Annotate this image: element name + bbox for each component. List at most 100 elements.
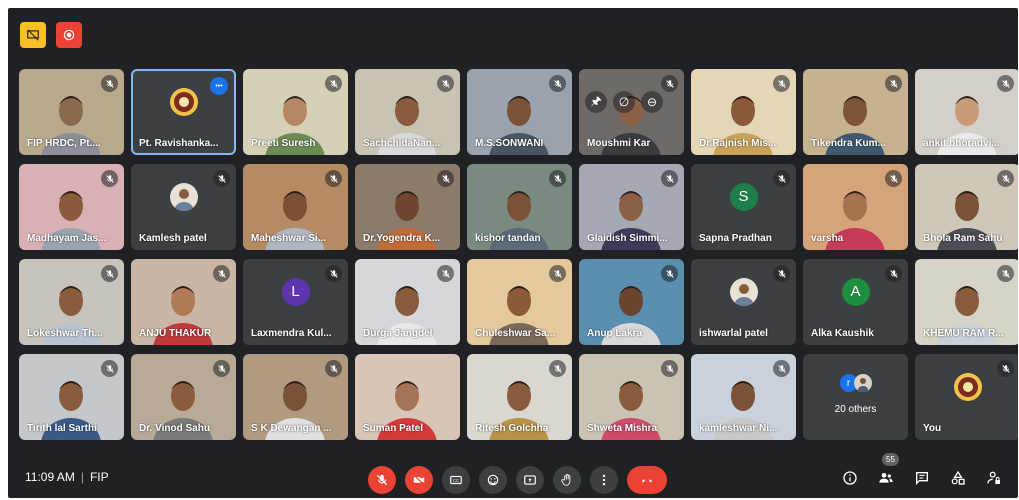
presentation-indicator-icon[interactable]	[20, 22, 46, 48]
participant-grid: FIP HRDC, Pt.... ••• Pt. Ravishanka... Pree…	[19, 69, 1018, 440]
participant-tile[interactable]: r 20 others	[803, 354, 908, 440]
pin-icon[interactable]: 🖈︎	[585, 91, 607, 113]
meeting-details-button[interactable]	[840, 468, 860, 488]
participant-name: Suman Patel	[363, 423, 424, 434]
participant-name: Durga Jangdel	[363, 328, 433, 339]
participant-tile[interactable]: Lokeshwar Th...	[19, 259, 124, 345]
participant-tile[interactable]: 🖈︎ ∅ ⊖ Moushmi Kar	[579, 69, 684, 155]
muted-mic-icon	[213, 265, 230, 282]
muted-mic-icon	[773, 75, 790, 92]
participant-tile[interactable]: You	[915, 354, 1018, 440]
end-call-icon	[641, 478, 653, 483]
participant-tile[interactable]: Tirith lal Sarthi	[19, 354, 124, 440]
participant-tile[interactable]: Glaidish Simmi...	[579, 164, 684, 250]
participant-name: Dr.Rajnish Mis...	[699, 138, 777, 149]
lock-person-icon	[987, 471, 1000, 484]
participant-tile[interactable]: S Sapna Pradhan	[691, 164, 796, 250]
meeting-stage: FIP HRDC, Pt.... ••• Pt. Ravishanka... Pree…	[8, 8, 1018, 498]
participant-tile[interactable]: Preeti Suresh	[243, 69, 348, 155]
participant-tile[interactable]: Dr. Vinod Sahu	[131, 354, 236, 440]
host-controls-button[interactable]	[984, 468, 1004, 488]
muted-mic-icon	[885, 75, 902, 92]
captions-button[interactable]: CC	[442, 466, 470, 494]
muted-mic-icon	[101, 170, 118, 187]
muted-mic-icon	[661, 265, 678, 282]
participant-tile[interactable]: Madhayam Jas...	[19, 164, 124, 250]
participant-tile[interactable]: ••• Pt. Ravishanka...	[131, 69, 236, 155]
participant-name: Tikendra Kum...	[811, 138, 886, 149]
participant-tile[interactable]: FIP HRDC, Pt....	[19, 69, 124, 155]
info-icon	[843, 471, 857, 485]
participant-tile[interactable]: ankit bhoradvi...	[915, 69, 1018, 155]
emoji-button[interactable]	[479, 466, 507, 494]
participant-name: Bhola Ram Sahu	[923, 233, 1003, 244]
more-options-icon[interactable]: •••	[210, 77, 228, 95]
mute-participant-icon[interactable]: ∅	[613, 91, 635, 113]
participant-tile[interactable]: Dr.Yogendra K...	[355, 164, 460, 250]
muted-mic-icon	[325, 265, 342, 282]
participant-tile[interactable]: S K Dewangan ...	[243, 354, 348, 440]
participant-tile[interactable]: L Laxmendra Kul...	[243, 259, 348, 345]
participant-tile[interactable]: Shweta Mishra	[579, 354, 684, 440]
avatar: L	[281, 277, 310, 306]
more-options-button[interactable]	[590, 466, 618, 494]
organization-logo	[169, 87, 199, 117]
participant-tile[interactable]: kishor tandan	[467, 164, 572, 250]
muted-mic-icon	[101, 360, 118, 377]
participant-name: kishor tandan	[475, 233, 541, 244]
muted-mic-icon	[661, 170, 678, 187]
mic-off-button[interactable]	[368, 466, 396, 494]
participant-name: Dr. Vinod Sahu	[139, 423, 210, 434]
participant-tile[interactable]: M.S.SONWANI	[467, 69, 572, 155]
emoji-icon	[487, 474, 499, 486]
end-call-button[interactable]	[627, 466, 667, 494]
participant-tile[interactable]: Tikendra Kum...	[803, 69, 908, 155]
call-controls: CC	[368, 466, 667, 494]
participant-tile[interactable]: KHEMU RAM R...	[915, 259, 1018, 345]
activities-icon	[951, 470, 965, 485]
participant-tile[interactable]: SachchidaNan...	[355, 69, 460, 155]
participant-tile[interactable]: ishwarlal patel	[691, 259, 796, 345]
participant-tile[interactable]: Anup Lakra	[579, 259, 684, 345]
muted-mic-icon	[549, 265, 566, 282]
participant-tile[interactable]: Ritesh Golchha	[467, 354, 572, 440]
participant-tile[interactable]: Suman Patel	[355, 354, 460, 440]
raise-hand-button[interactable]	[553, 466, 581, 494]
participant-tile[interactable]: Kamlesh patel	[131, 164, 236, 250]
camera-off-button[interactable]	[405, 466, 433, 494]
muted-mic-icon	[997, 170, 1014, 187]
participant-tile[interactable]: Chuleshwar Sa...	[467, 259, 572, 345]
muted-mic-icon	[437, 170, 454, 187]
participant-name: Lokeshwar Th...	[27, 328, 103, 339]
activities-button[interactable]	[948, 468, 968, 488]
chat-button[interactable]	[912, 468, 932, 488]
present-button[interactable]	[516, 466, 544, 494]
participant-name: varsha	[811, 233, 844, 244]
remove-participant-icon[interactable]: ⊖	[641, 91, 663, 113]
participant-name: S K Dewangan ...	[251, 423, 332, 434]
participant-tile[interactable]: A Alka Kaushik	[803, 259, 908, 345]
participant-tile[interactable]: Durga Jangdel	[355, 259, 460, 345]
participant-tile[interactable]: Dr.Rajnish Mis...	[691, 69, 796, 155]
participant-tile[interactable]: kamleshwar Ni...	[691, 354, 796, 440]
participant-name: Kamlesh patel	[139, 233, 207, 244]
participant-tile[interactable]: Bhola Ram Sahu	[915, 164, 1018, 250]
participant-name: SachchidaNan...	[363, 138, 441, 149]
participant-tile[interactable]: ANJU THAKUR	[131, 259, 236, 345]
others-count-label: 20 others	[834, 404, 877, 415]
muted-mic-icon	[101, 265, 118, 282]
muted-mic-icon	[325, 360, 342, 377]
muted-mic-icon	[437, 75, 454, 92]
muted-mic-icon	[997, 360, 1014, 377]
participant-tile[interactable]: Maheshwar Si...	[243, 164, 348, 250]
top-indicators	[20, 22, 82, 48]
participant-name: Madhayam Jas...	[27, 233, 107, 244]
participant-tile[interactable]: varsha	[803, 164, 908, 250]
recording-indicator-icon[interactable]	[56, 22, 82, 48]
people-button[interactable]: 55	[876, 453, 899, 488]
participant-name: FIP HRDC, Pt....	[27, 138, 101, 149]
tile-hover-actions: 🖈︎ ∅ ⊖	[585, 91, 663, 113]
muted-mic-icon	[325, 170, 342, 187]
side-controls: 55	[840, 453, 1004, 488]
participant-name: KHEMU RAM R...	[923, 328, 1004, 339]
